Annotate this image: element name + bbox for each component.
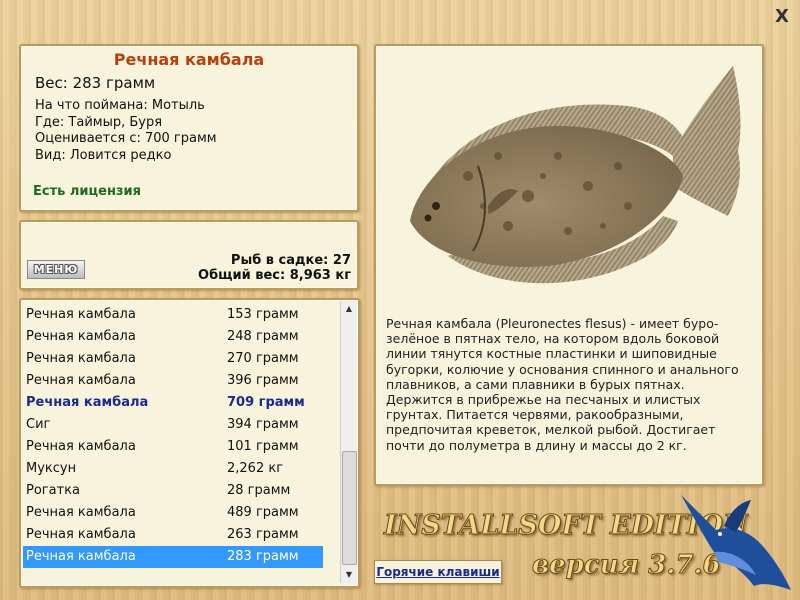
list-item[interactable]: Сиг 394 грамм (23, 414, 323, 436)
arrow-up-icon[interactable]: ▲ (341, 301, 357, 317)
fish-count: Рыб в садке: 27 (230, 253, 351, 268)
scrollbar-thumb[interactable] (342, 451, 357, 565)
list-item-weight: 394 грамм (227, 417, 299, 432)
list-item-weight: 2,262 кг (227, 461, 284, 476)
scrollbar[interactable]: ▲ ▼ (340, 301, 357, 583)
list-item[interactable]: Речная камбала 263 грамм (23, 524, 323, 546)
arrow-down-icon[interactable]: ▼ (341, 567, 357, 583)
cage-stats: Рыб в садке: 27 Общий вес: 8,963 кг (198, 253, 351, 283)
catch-list-panel: Речная камбала 153 грамм Речная камбала 248… (19, 298, 360, 588)
list-item[interactable]: Речная камбала 396 грамм (23, 370, 323, 392)
list-item[interactable]: Речная камбала 489 грамм (23, 502, 323, 524)
list-item-weight: 396 грамм (227, 373, 299, 388)
close-icon[interactable]: X (772, 7, 792, 27)
list-item-name: Речная камбала (26, 307, 136, 322)
list-item-name: Речная камбала (26, 505, 136, 520)
list-item[interactable]: Речная камбала 283 грамм (23, 546, 323, 568)
catch-info-panel: Речная камбала Вес: 283 грамм На что пой… (19, 44, 359, 212)
list-item[interactable]: Речная камбала 153 грамм (23, 304, 323, 326)
list-item-weight: 263 грамм (227, 527, 299, 542)
catch-title: Речная камбала (113, 50, 265, 69)
list-item-name: Муксун (26, 461, 77, 476)
catch-list: Речная камбала 153 грамм Речная камбала 248… (23, 304, 323, 568)
list-item-name: Речная камбала (26, 549, 136, 564)
list-item-weight: 283 грамм (227, 549, 299, 564)
list-item-weight: 270 грамм (227, 351, 299, 366)
flounder-image (410, 66, 741, 284)
list-item-name: Сиг (26, 417, 51, 432)
list-item[interactable]: Речная камбала 709 грамм (23, 392, 323, 414)
list-item[interactable]: Речная камбала 101 грамм (23, 436, 323, 458)
list-item-weight: 248 грамм (227, 329, 299, 344)
fish-panel: Речная камбала (Pleuronectes flesus) - и… (374, 44, 764, 486)
list-item-weight: 153 грамм (227, 307, 299, 322)
list-item[interactable]: Речная камбала 248 грамм (23, 326, 323, 348)
catch-bait: На что поймана: Мотыль (35, 98, 205, 113)
cage-panel: МЕНЮ Рыб в садке: 27 Общий вес: 8,963 кг (19, 220, 359, 290)
license-status: Есть лицензия (33, 184, 141, 199)
list-item-name: Речная камбала (26, 395, 149, 410)
catch-rarity: Вид: Ловится редко (35, 147, 172, 163)
list-item[interactable]: Рогатка 28 грамм (23, 480, 323, 502)
list-item-name: Речная камбала (26, 351, 136, 366)
hotkeys-button[interactable]: Горячие клавиши (374, 560, 502, 584)
list-item-name: Речная камбала (26, 329, 136, 344)
catch-value: Оценивается с: 700 грамм (35, 131, 217, 146)
marlin-logo (681, 495, 791, 590)
list-item-weight: 101 грамм (227, 439, 299, 454)
list-item-name: Речная камбала (26, 439, 136, 454)
list-item-name: Речная камбала (26, 373, 136, 388)
list-item-name: Рогатка (26, 483, 80, 498)
list-item-weight: 489 грамм (227, 505, 299, 520)
menu-button[interactable]: МЕНЮ (27, 260, 85, 279)
catch-details: На что поймана: Мотыль Где: Таймыр, Буря… (35, 98, 217, 164)
fish-description: Речная камбала (Pleuronectes flesus) - и… (386, 316, 739, 453)
list-item[interactable]: Муксун 2,262 кг (23, 458, 323, 480)
list-item-weight: 28 грамм (227, 483, 291, 498)
total-weight: Общий вес: 8,963 кг (198, 268, 351, 283)
list-item-name: Речная камбала (26, 527, 136, 542)
list-item-weight: 709 грамм (227, 395, 305, 410)
catch-location: Где: Таймыр, Буря (35, 114, 163, 130)
catch-weight: Вес: 283 грамм (35, 74, 156, 92)
list-item[interactable]: Речная камбала 270 грамм (23, 348, 323, 370)
